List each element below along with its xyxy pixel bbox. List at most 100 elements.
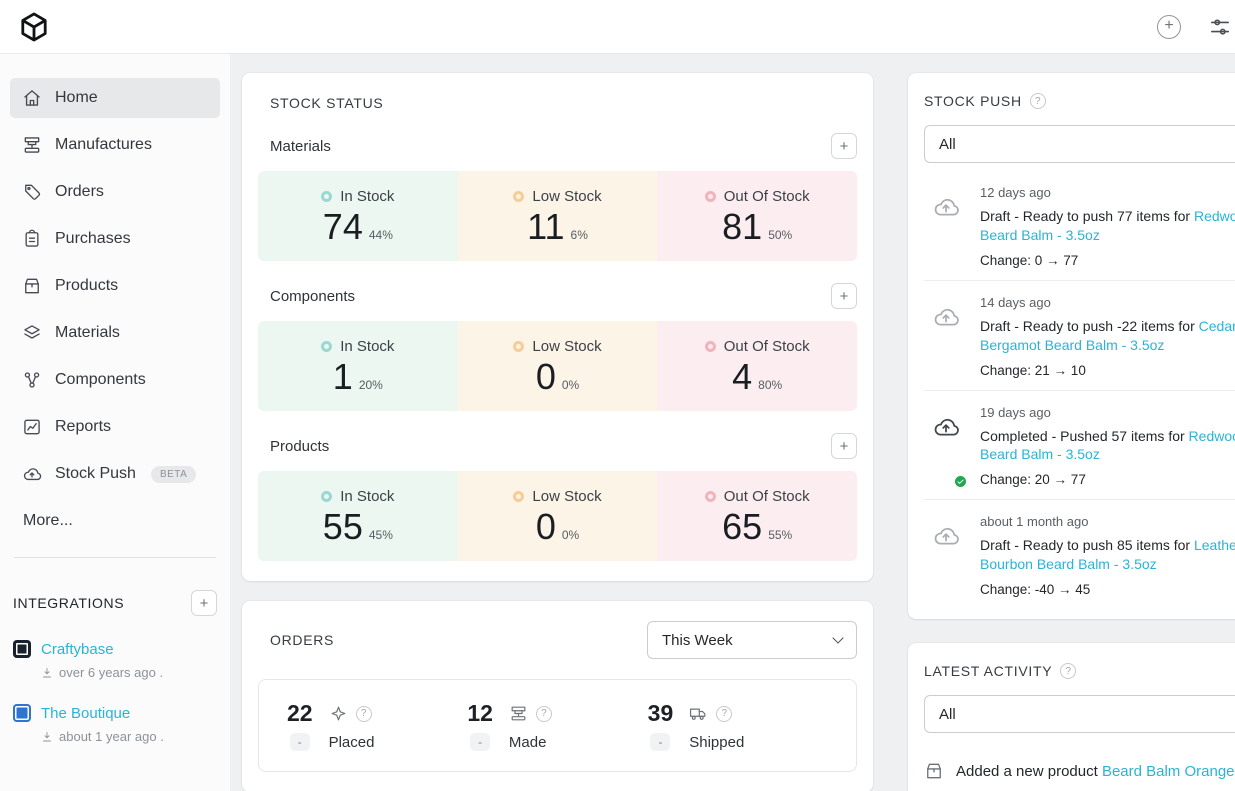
integration-link[interactable]: Craftybase bbox=[41, 641, 114, 658]
section-label: Materials bbox=[270, 137, 331, 155]
filters-sliders-icon[interactable] bbox=[1209, 16, 1231, 38]
sidebar-item-reports[interactable]: Reports bbox=[10, 407, 220, 447]
integration-meta: over 6 years ago . bbox=[59, 665, 164, 680]
out-of-stock-ring-icon bbox=[704, 491, 716, 503]
sidebar-item-products[interactable]: Products bbox=[10, 266, 220, 306]
tile-label: Low Stock bbox=[532, 338, 602, 356]
cloud-upload-icon bbox=[928, 295, 966, 378]
help-icon[interactable] bbox=[535, 705, 552, 722]
sidebar-item-label: Components bbox=[55, 371, 146, 388]
sidebar-item-stock-push[interactable]: Stock Push BETA bbox=[10, 454, 220, 494]
nodes-icon bbox=[22, 370, 42, 390]
tile-value: 0 bbox=[535, 506, 556, 548]
activity-item-link[interactable]: Beard Balm Orange bbox=[1102, 763, 1235, 780]
add-circle-icon[interactable] bbox=[1157, 14, 1181, 39]
help-icon[interactable] bbox=[355, 705, 372, 722]
shipped-truck-icon bbox=[690, 708, 706, 720]
entry-text: Draft - Ready to push 85 items for bbox=[980, 537, 1194, 554]
help-icon[interactable] bbox=[1029, 93, 1046, 109]
sidebar-item-label: Orders bbox=[55, 183, 104, 200]
sidebar-item-more[interactable]: More... bbox=[10, 501, 220, 541]
cloud-upload-icon bbox=[928, 514, 966, 597]
tile-percent: 44% bbox=[368, 227, 393, 242]
stat-tile-out-of-stock: Out Of Stock 4 80% bbox=[657, 321, 857, 411]
entry-text: Completed - Pushed 57 items for bbox=[980, 427, 1189, 444]
latest-activity-filter-value: All bbox=[939, 705, 956, 723]
orders-title: ORDERS bbox=[270, 632, 335, 648]
sidebar-item-label: Purchases bbox=[55, 230, 131, 247]
integrations-title: INTEGRATIONS bbox=[13, 595, 125, 611]
sidebar-item-home[interactable]: Home bbox=[10, 78, 220, 118]
craftybase-integration-icon bbox=[13, 640, 31, 658]
stock-push-filter-value: All bbox=[939, 135, 956, 153]
add-product-button[interactable] bbox=[831, 433, 857, 459]
integrations-header: INTEGRATIONS bbox=[10, 590, 220, 616]
sidebar-item-purchases[interactable]: Purchases bbox=[10, 219, 220, 259]
integration-craftybase: Craftybase over 6 years ago . bbox=[10, 640, 220, 680]
sidebar-item-label: More... bbox=[23, 512, 73, 529]
sidebar: Home Manufactures Orders Purchases Produ… bbox=[0, 54, 230, 791]
entry-time: 19 days ago bbox=[980, 404, 1051, 420]
stat-sub: - bbox=[289, 733, 310, 751]
section-label: Components bbox=[270, 287, 356, 305]
home-icon bbox=[22, 88, 42, 108]
sidebar-item-label: Manufactures bbox=[55, 136, 152, 153]
out-of-stock-ring-icon bbox=[704, 341, 716, 353]
in-stock-ring-icon bbox=[321, 341, 333, 353]
cloud-upload-completed-icon bbox=[928, 405, 968, 490]
sidebar-item-orders[interactable]: Orders bbox=[10, 172, 220, 212]
sidebar-item-components[interactable]: Components bbox=[10, 360, 220, 400]
add-integration-button[interactable] bbox=[191, 590, 217, 616]
tile-value: 1 bbox=[332, 356, 353, 398]
orders-card: ORDERS This Week 22 ? - Placed 12 ? - Ma… bbox=[242, 601, 873, 791]
entry-change: Change: 21 → 10 bbox=[980, 362, 1086, 378]
entry-change: Change: 20 → 77 bbox=[980, 472, 1086, 488]
stock-push-entry: about 1 month ago Draft - Ready to push … bbox=[924, 500, 1235, 609]
stat-value: 39 bbox=[647, 700, 674, 726]
content: Home Manufactures Orders Purchases Produ… bbox=[0, 54, 1235, 791]
stock-push-entry: 12 days ago Draft - Ready to push 77 ite… bbox=[924, 171, 1235, 281]
help-icon[interactable] bbox=[1060, 663, 1077, 680]
stat-value: 22 bbox=[287, 700, 313, 726]
activity-entry: Added a new product Beard Balm Orange bbox=[924, 761, 1235, 781]
tile-percent: 0% bbox=[561, 527, 580, 542]
stock-push-filter-select[interactable]: All bbox=[924, 125, 1235, 163]
out-of-stock-ring-icon bbox=[704, 191, 716, 203]
sidebar-item-label: Materials bbox=[55, 324, 120, 341]
entry-time: 12 days ago bbox=[980, 185, 1051, 200]
integration-link[interactable]: The Boutique bbox=[41, 705, 130, 722]
integration-the-boutique: The Boutique about 1 year ago . bbox=[10, 704, 220, 744]
sidebar-item-manufactures[interactable]: Manufactures bbox=[10, 125, 220, 165]
stat-tile-in-stock: In Stock 1 20% bbox=[258, 321, 458, 411]
beta-badge: BETA bbox=[150, 465, 197, 483]
in-stock-ring-icon bbox=[321, 491, 333, 503]
machine-icon bbox=[22, 135, 42, 155]
sidebar-item-label: Home bbox=[55, 89, 98, 106]
stat-sub: - bbox=[650, 733, 671, 751]
latest-activity-filter-select[interactable]: All bbox=[924, 695, 1235, 734]
entry-change: Change: -40 → 45 bbox=[980, 582, 1091, 598]
tile-value: 74 bbox=[322, 206, 363, 248]
tile-label: In Stock bbox=[340, 338, 395, 356]
add-material-button[interactable] bbox=[831, 133, 857, 159]
help-icon[interactable] bbox=[716, 705, 733, 722]
product-added-icon bbox=[924, 761, 944, 781]
tile-value: 55 bbox=[322, 506, 363, 548]
stat-sub: - bbox=[470, 733, 491, 751]
orders-period-select[interactable]: This Week bbox=[647, 621, 857, 659]
entry-time: 14 days ago bbox=[980, 294, 1051, 310]
entry-change: Change: 0 → 77 bbox=[980, 252, 1079, 268]
entry-text: Draft - Ready to push -22 items for bbox=[980, 317, 1199, 334]
clipboard-icon bbox=[22, 229, 42, 249]
add-component-button[interactable] bbox=[831, 283, 857, 309]
stat-value: 12 bbox=[467, 700, 493, 726]
sidebar-item-materials[interactable]: Materials bbox=[10, 313, 220, 353]
orders-stats: 22 - Placed 12 bbox=[258, 679, 857, 772]
tile-percent: 45% bbox=[368, 527, 393, 542]
stock-section-materials: Materials In Stock 74 44% Low Stock 11 6% bbox=[258, 133, 857, 261]
latest-activity-card: LATEST ACTIVITY All Added a new product … bbox=[908, 643, 1235, 791]
tile-percent: 0% bbox=[561, 377, 580, 392]
stat-tile-in-stock: In Stock 74 44% bbox=[258, 171, 458, 261]
brand-logo-cube-icon[interactable] bbox=[18, 11, 50, 43]
orders-stat-shipped: 39 - Shipped bbox=[648, 700, 828, 751]
